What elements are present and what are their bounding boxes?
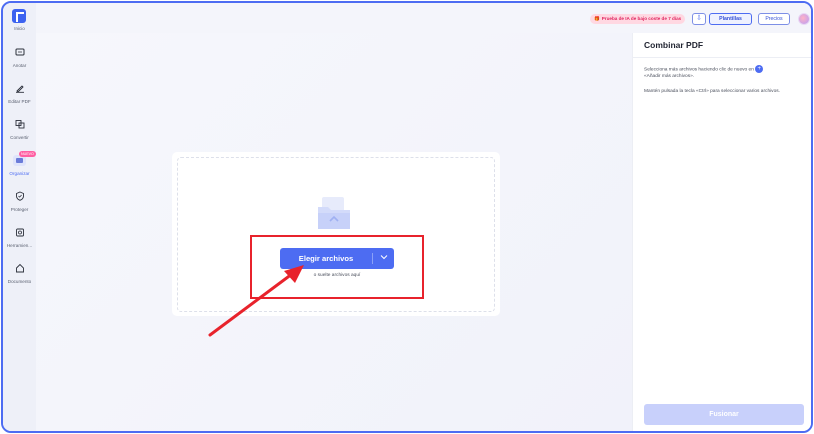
- sidebar-item-label: Convertir: [10, 135, 29, 140]
- sidebar-item-label: Anotar: [12, 63, 27, 68]
- sidebar-item-documento[interactable]: Documento: [3, 263, 36, 293]
- promo-badge[interactable]: 🎁 Prueba de IA de bajo coste de 7 días: [590, 14, 686, 24]
- gift-icon: 🎁: [594, 16, 600, 21]
- sidebar-item-convertir[interactable]: Convertir: [3, 119, 36, 149]
- app-logo-icon[interactable]: [12, 9, 26, 23]
- merge-button[interactable]: Fusionar: [644, 404, 804, 425]
- instruction-text: Selecciona más archivos haciendo clic de…: [644, 67, 754, 73]
- folder-icon: [318, 197, 350, 229]
- main-workspace: Elegir archivos o suelte archivos aquí: [36, 33, 632, 431]
- sidebar-item-anotar[interactable]: Anotar: [3, 47, 36, 77]
- convert-icon: [3, 119, 36, 131]
- home-document-icon: [3, 263, 36, 275]
- sidebar-item-label: Organizar: [9, 171, 30, 176]
- sidebar-item-editar-pdf[interactable]: Editar PDF: [3, 83, 36, 113]
- panel-title: Combinar PDF: [644, 40, 704, 50]
- promo-text: Prueba de IA de bajo coste de 7 días: [601, 16, 682, 21]
- red-arrow-icon: [208, 265, 304, 337]
- combine-panel: Combinar PDF Selecciona más archivos hac…: [632, 33, 811, 431]
- new-badge: NUEVO: [19, 151, 36, 157]
- sidebar-item-proteger[interactable]: Proteger: [3, 191, 36, 221]
- add-icon: +: [755, 65, 764, 73]
- sidebar-home-label: Inicio: [14, 26, 25, 31]
- download-icon: ⇩: [696, 15, 702, 22]
- top-bar: 🎁 Prueba de IA de bajo coste de 7 días ⇩ …: [36, 3, 811, 33]
- pricing-button[interactable]: Precios: [758, 13, 790, 25]
- instruction-text: «Añadir más archivos».: [644, 73, 695, 79]
- sidebar-item-label: Proteger: [10, 207, 29, 212]
- shield-icon: [3, 191, 36, 203]
- sidebar-item-organizar[interactable]: NUEVO Organizar: [3, 151, 36, 185]
- avatar[interactable]: [798, 13, 810, 25]
- tools-icon: [3, 227, 36, 239]
- sidebar-item-label: Documento: [7, 279, 32, 284]
- sidebar-item-herramientas[interactable]: Herramien...: [3, 227, 36, 257]
- sidebar-item-label: Herramien...: [6, 243, 33, 248]
- app-window: Inicio Anotar Editar PDF Convertir NUEVO…: [1, 1, 813, 433]
- download-button[interactable]: ⇩: [692, 13, 706, 25]
- panel-divider: [633, 57, 811, 58]
- sidebar-item-label: Editar PDF: [8, 99, 31, 104]
- panel-instruction-2: Mantén pulsada la tecla «Ctrl» para sele…: [644, 89, 780, 94]
- templates-button[interactable]: Plantillas: [709, 13, 752, 25]
- edit-pdf-icon: [3, 83, 36, 95]
- sidebar: Inicio Anotar Editar PDF Convertir NUEVO…: [3, 3, 36, 431]
- panel-instruction-1: Selecciona más archivos haciendo clic de…: [644, 65, 794, 80]
- annotate-icon: [3, 47, 36, 59]
